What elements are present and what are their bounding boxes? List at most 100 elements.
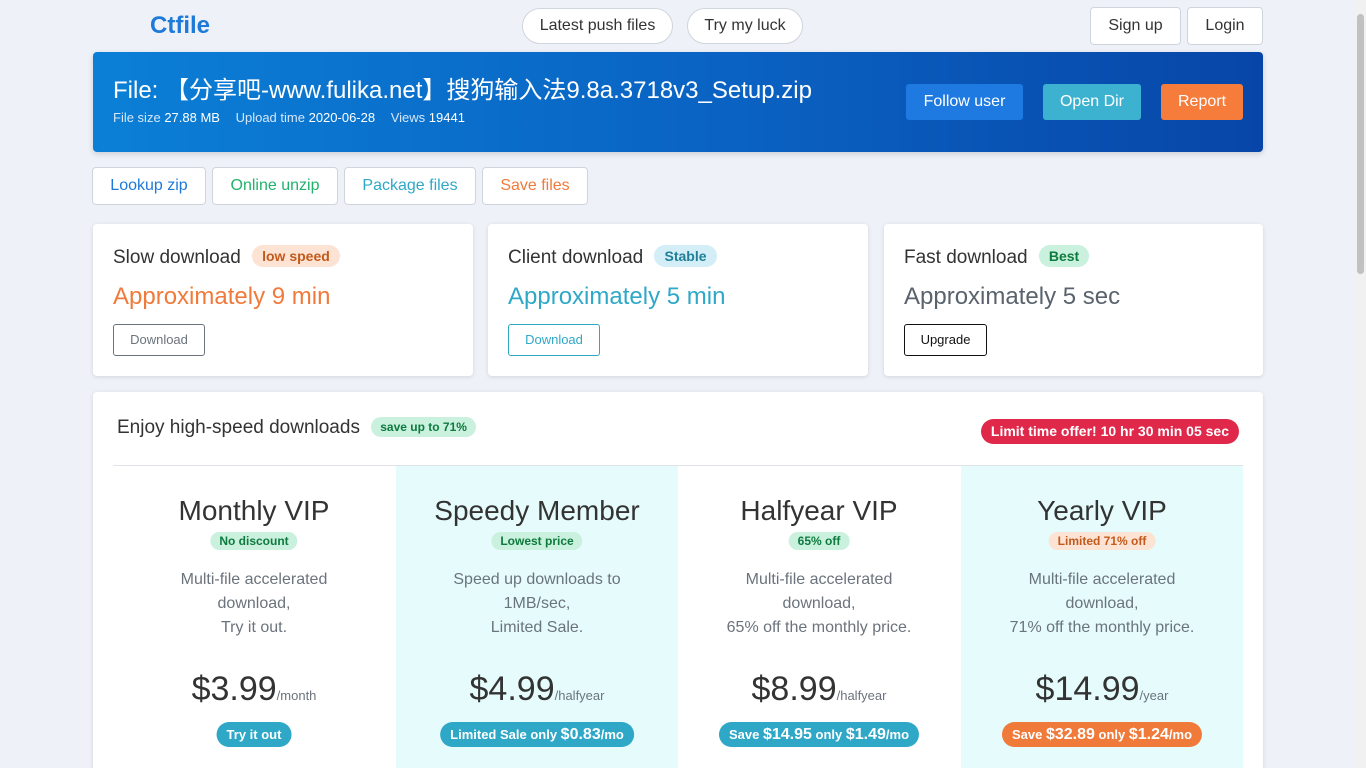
package-files-button[interactable]: Package files bbox=[344, 167, 476, 205]
plan-price: $8.99/halfyear bbox=[678, 670, 960, 709]
slow-download-heading: Slow download low speed bbox=[113, 245, 340, 269]
client-download-title: Client download bbox=[508, 247, 644, 268]
limited-offer-badge: Limit time offer! 10 hr 30 min 05 sec bbox=[980, 419, 1239, 444]
plan-name: Halfyear VIP bbox=[740, 495, 898, 526]
cta-value: $1.49 bbox=[845, 726, 886, 743]
cta-text: Save bbox=[728, 727, 763, 742]
brand-logo[interactable]: Ctfile bbox=[150, 12, 210, 40]
file-meta: File size 27.88 MB Upload time 2020-06-2… bbox=[113, 110, 477, 125]
pricing-section: Enjoy high-speed downloads save up to 71… bbox=[93, 392, 1263, 768]
plan-desc-line: Multi-file accelerated bbox=[180, 571, 328, 588]
plan-desc-line: download, bbox=[1065, 595, 1139, 612]
plan-description: Multi-file accelerated download, Try it … bbox=[123, 568, 385, 640]
plan-tag: No discount bbox=[210, 532, 298, 550]
upload-time-value: 2020-06-28 bbox=[308, 110, 376, 125]
cta-text: only bbox=[811, 727, 846, 742]
plan-desc-line: 1MB/sec, bbox=[503, 595, 571, 612]
plan-name: Yearly VIP bbox=[1037, 495, 1167, 526]
fast-download-card: Fast download Best Approximately 5 sec U… bbox=[884, 224, 1263, 376]
plan-price: $4.99/halfyear bbox=[396, 670, 678, 709]
lookup-zip-button[interactable]: Lookup zip bbox=[92, 167, 206, 205]
plan-monthly-vip: Monthly VIP No discount Multi-file accel… bbox=[113, 466, 395, 768]
cta-text: Save bbox=[1011, 727, 1046, 742]
plan-description: Speed up downloads to 1MB/sec, Limited S… bbox=[406, 568, 668, 640]
plan-name: Monthly VIP bbox=[178, 495, 330, 526]
fast-download-heading: Fast download Best bbox=[904, 245, 1090, 269]
client-download-button[interactable]: Download bbox=[508, 324, 600, 356]
stable-badge: Stable bbox=[654, 245, 717, 267]
best-badge: Best bbox=[1038, 245, 1090, 267]
save-files-button[interactable]: Save files bbox=[482, 167, 588, 205]
plan-price-period: /year bbox=[1139, 688, 1169, 703]
plan-desc-line: 71% off the monthly price. bbox=[1009, 619, 1195, 636]
limited-sale-button[interactable]: Limited Sale only $0.83/mo bbox=[440, 722, 634, 747]
cta-text: only bbox=[1094, 727, 1129, 742]
low-speed-badge: low speed bbox=[252, 245, 340, 267]
slow-download-button[interactable]: Download bbox=[113, 324, 205, 356]
fast-download-title: Fast download bbox=[904, 247, 1028, 268]
plan-tag: Limited 71% off bbox=[1048, 532, 1156, 550]
cta-text: /mo bbox=[885, 727, 910, 742]
plan-tag: Lowest price bbox=[491, 532, 583, 550]
page-scrollbar[interactable] bbox=[1355, 0, 1366, 768]
slow-download-title: Slow download bbox=[113, 247, 241, 268]
sign-up-button[interactable]: Sign up bbox=[1090, 7, 1181, 45]
report-button[interactable]: Report bbox=[1161, 84, 1243, 120]
views-label: Views bbox=[390, 110, 426, 125]
yearly-buy-button[interactable]: Save $32.89 only $1.24/mo bbox=[1001, 722, 1203, 747]
try-my-luck-button[interactable]: Try my luck bbox=[687, 8, 803, 44]
cta-value: $0.83 bbox=[560, 726, 601, 743]
file-size-label: File size bbox=[113, 110, 161, 125]
upload-time-label: Upload time bbox=[235, 110, 305, 125]
slow-download-card: Slow download low speed Approximately 9 … bbox=[93, 224, 473, 376]
follow-user-button[interactable]: Follow user bbox=[906, 84, 1023, 120]
plan-price-period: /month bbox=[276, 688, 317, 703]
plan-halfyear-vip: Halfyear VIP 65% off Multi-file accelera… bbox=[678, 466, 960, 768]
plan-desc-line: Multi-file accelerated bbox=[1028, 571, 1176, 588]
fast-download-time: Approximately 5 sec bbox=[904, 283, 1121, 310]
login-button[interactable]: Login bbox=[1187, 7, 1263, 45]
plan-name: Speedy Member bbox=[434, 495, 640, 526]
plan-speedy-member: Speedy Member Lowest price Speed up down… bbox=[396, 466, 678, 768]
online-unzip-button[interactable]: Online unzip bbox=[212, 167, 338, 205]
scrollbar-thumb[interactable] bbox=[1357, 14, 1364, 274]
plan-desc-line: Try it out. bbox=[220, 619, 288, 636]
open-dir-button[interactable]: Open Dir bbox=[1043, 84, 1141, 120]
cta-text: Try it out bbox=[226, 727, 282, 742]
plan-desc-line: 65% off the monthly price. bbox=[726, 619, 912, 636]
plan-price-amount: $4.99 bbox=[469, 670, 555, 708]
client-download-card: Client download Stable Approximately 5 m… bbox=[488, 224, 868, 376]
top-nav: Ctfile Latest push files Try my luck Sig… bbox=[93, 0, 1263, 52]
plan-desc-line: Limited Sale. bbox=[490, 619, 584, 636]
slow-download-time: Approximately 9 min bbox=[113, 283, 331, 310]
plan-price-amount: $8.99 bbox=[751, 670, 837, 708]
client-download-time: Approximately 5 min bbox=[508, 283, 726, 310]
cta-value: $14.95 bbox=[762, 726, 812, 743]
pricing-title: Enjoy high-speed downloads bbox=[117, 417, 360, 438]
upgrade-button[interactable]: Upgrade bbox=[904, 324, 987, 356]
cta-text: /mo bbox=[600, 727, 624, 742]
latest-push-files-button[interactable]: Latest push files bbox=[522, 8, 673, 44]
file-header: File: 【分享吧-www.fulika.net】搜狗输入法9.8a.3718… bbox=[93, 52, 1263, 152]
cta-value: $32.89 bbox=[1045, 726, 1095, 743]
client-download-heading: Client download Stable bbox=[508, 245, 717, 269]
plan-yearly-vip: Yearly VIP Limited 71% off Multi-file ac… bbox=[961, 466, 1243, 768]
pricing-heading: Enjoy high-speed downloads save up to 71… bbox=[117, 417, 476, 439]
plan-price-amount: $3.99 bbox=[191, 670, 277, 708]
try-it-out-button[interactable]: Try it out bbox=[216, 722, 292, 747]
plan-tag: 65% off bbox=[788, 532, 850, 550]
plan-desc-line: download, bbox=[217, 595, 291, 612]
save-up-badge: save up to 71% bbox=[371, 417, 476, 437]
plan-price: $3.99/month bbox=[113, 670, 395, 709]
plan-desc-line: Speed up downloads to bbox=[453, 571, 621, 588]
plan-desc-line: Multi-file accelerated bbox=[745, 571, 893, 588]
cta-text: /mo bbox=[1168, 727, 1193, 742]
plan-price-period: /halfyear bbox=[554, 688, 605, 703]
cta-text: Limited Sale only bbox=[450, 727, 561, 742]
views-value: 19441 bbox=[428, 110, 465, 125]
file-size-value: 27.88 MB bbox=[164, 110, 220, 125]
plan-description: Multi-file accelerated download, 71% off… bbox=[971, 568, 1233, 640]
halfyear-buy-button[interactable]: Save $14.95 only $1.49/mo bbox=[718, 722, 920, 747]
file-title: File: 【分享吧-www.fulika.net】搜狗输入法9.8a.3718… bbox=[113, 77, 812, 104]
plan-price: $14.99/year bbox=[961, 670, 1243, 709]
